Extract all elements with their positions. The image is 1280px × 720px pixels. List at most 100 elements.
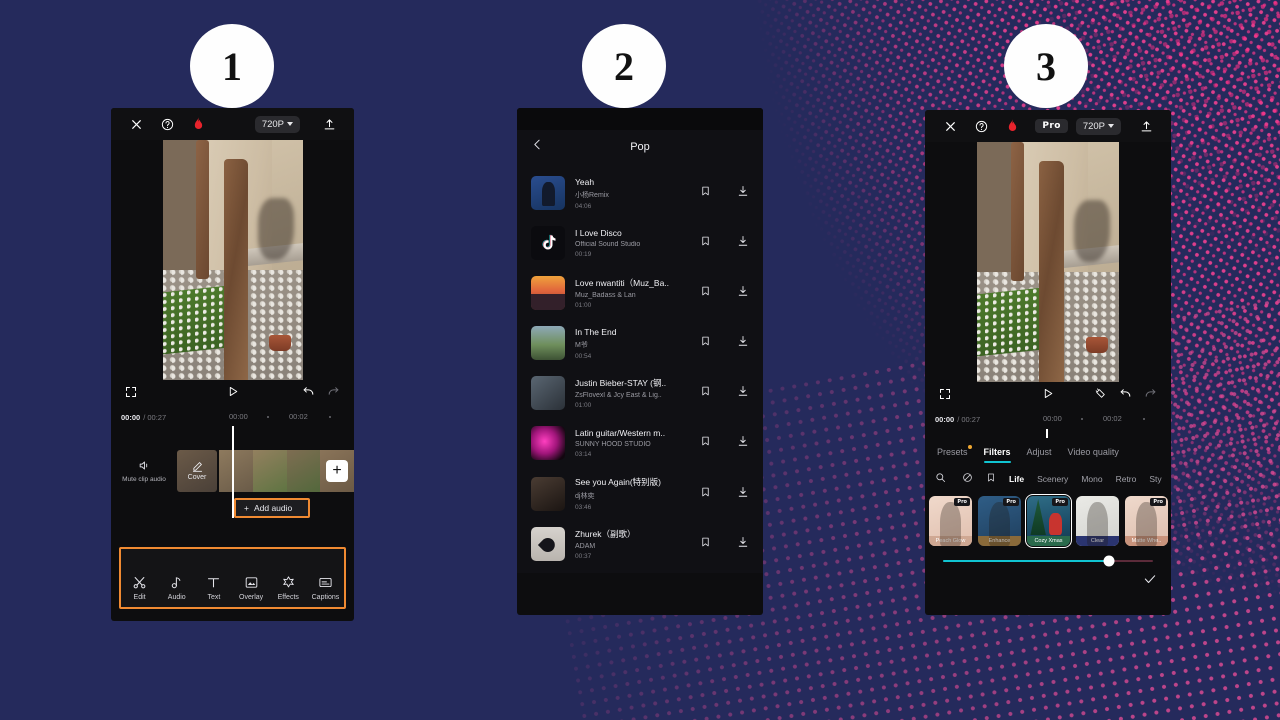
filter-tab-bar[interactable]: Presets Filters Adjust Video quality xyxy=(925,440,1171,466)
tool-text[interactable]: Text xyxy=(195,575,232,601)
filter-thumb-matte-whe[interactable]: Pro Matte Whe.. xyxy=(1125,496,1168,546)
slider-track[interactable] xyxy=(943,555,1153,567)
undo-icon[interactable] xyxy=(302,385,315,403)
step-badge-3: 3 xyxy=(1004,24,1088,108)
no-filter-icon[interactable] xyxy=(962,470,973,488)
filter-thumb-clear[interactable]: Clear xyxy=(1076,496,1119,546)
play-icon[interactable] xyxy=(1042,387,1055,405)
ruler-mark: 00:00 xyxy=(229,412,248,421)
video-clip-track[interactable]: + xyxy=(219,450,354,492)
download-icon[interactable] xyxy=(737,535,749,553)
filter-thumbnail-row[interactable]: Pro Peach Glow Pro Enhance Pro Cozy Xmas Clear… xyxy=(925,492,1171,548)
pro-badge: Pro xyxy=(954,498,970,506)
download-icon[interactable] xyxy=(737,434,749,452)
pro-badge: Pro xyxy=(1003,498,1019,506)
music-track-row[interactable]: Love nwantiti（Muz_Ba.. Muz_Badass & Lan 01… xyxy=(517,268,763,318)
resolution-selector[interactable]: 720P xyxy=(254,115,300,133)
bookmark-icon[interactable] xyxy=(700,384,711,402)
tool-edit[interactable]: Edit xyxy=(121,575,158,601)
download-icon[interactable] xyxy=(737,384,749,402)
cover-button[interactable]: Cover xyxy=(177,450,217,492)
bookmark-icon[interactable] xyxy=(986,470,996,488)
filter-label: Peach Glow xyxy=(929,535,972,546)
tab-filters[interactable]: Filters xyxy=(983,447,1011,463)
track-duration: 01:00 xyxy=(575,302,592,309)
music-track-row[interactable]: Latin guitar/Western m.. SUNNY HOOD STUDI… xyxy=(517,418,763,468)
category-sty[interactable]: Sty xyxy=(1149,474,1161,484)
track-title: Justin Bieber-STAY (钢.. xyxy=(575,378,667,388)
add-clip-button[interactable]: + xyxy=(326,460,348,482)
flame-icon[interactable] xyxy=(187,113,209,135)
tool-overlay[interactable]: Overlay xyxy=(233,575,270,601)
tool-effects[interactable]: Effects xyxy=(270,575,307,601)
slider-knob[interactable] xyxy=(1103,555,1115,567)
bookmark-icon[interactable] xyxy=(700,184,711,202)
filter-thumb-cozy-xmas[interactable]: Pro Cozy Xmas xyxy=(1024,493,1073,548)
mute-clip-audio-button[interactable]: Mute clip audio xyxy=(111,459,177,483)
close-icon[interactable] xyxy=(125,113,147,135)
playhead[interactable] xyxy=(1046,429,1048,438)
video-preview[interactable] xyxy=(977,142,1119,382)
filter-category-bar[interactable]: Life Scenery Mono Retro Sty xyxy=(925,466,1171,492)
download-icon[interactable] xyxy=(737,485,749,503)
bookmark-icon[interactable] xyxy=(700,485,711,503)
resolution-selector[interactable]: 720P xyxy=(1075,117,1121,135)
music-track-row[interactable]: In The End M爷 00:54 xyxy=(517,318,763,368)
pro-badge[interactable]: Pro xyxy=(1035,119,1068,133)
bookmark-icon[interactable] xyxy=(700,334,711,352)
music-track-row[interactable]: I Love Disco Official Sound Studio 00:19 xyxy=(517,218,763,268)
bookmark-icon[interactable] xyxy=(700,234,711,252)
timeline[interactable]: Mute clip audio Cover + + Add audio xyxy=(111,426,354,518)
add-audio-button[interactable]: + Add audio xyxy=(234,498,311,518)
help-circle-icon[interactable] xyxy=(970,115,992,137)
video-preview[interactable] xyxy=(162,140,303,380)
filter-diamond-icon[interactable] xyxy=(1094,387,1107,405)
bookmark-icon[interactable] xyxy=(700,434,711,452)
track-actions xyxy=(700,384,749,402)
play-icon[interactable] xyxy=(226,385,239,403)
tool-captions[interactable]: Captions xyxy=(307,575,344,601)
tool-audio[interactable]: Audio xyxy=(158,575,195,601)
redo-icon[interactable] xyxy=(1144,387,1157,405)
filter-thumb-enhance[interactable]: Pro Enhance xyxy=(978,496,1021,546)
album-art xyxy=(531,226,565,260)
search-icon[interactable] xyxy=(935,470,946,488)
track-meta: I Love Disco Official Sound Studio 00:19 xyxy=(575,228,690,258)
filter-intensity-slider[interactable] xyxy=(925,548,1171,568)
download-icon[interactable] xyxy=(737,334,749,352)
undo-icon[interactable] xyxy=(1119,387,1132,405)
download-icon[interactable] xyxy=(737,284,749,302)
close-icon[interactable] xyxy=(939,115,961,137)
category-mono[interactable]: Mono xyxy=(1081,474,1102,484)
flame-icon[interactable] xyxy=(1001,115,1023,137)
tab-presets[interactable]: Presets xyxy=(937,444,972,460)
clip-frame xyxy=(252,450,287,492)
filter-thumb-peach-glow[interactable]: Pro Peach Glow xyxy=(929,496,972,546)
music-track-row[interactable]: Yeah 小杨Remix 04:06 xyxy=(517,168,763,218)
upload-icon[interactable] xyxy=(318,113,340,135)
download-icon[interactable] xyxy=(737,234,749,252)
cover-label: Cover xyxy=(187,474,207,481)
check-icon[interactable] xyxy=(1143,572,1157,591)
redo-icon[interactable] xyxy=(327,385,340,403)
help-circle-icon[interactable] xyxy=(156,113,178,135)
music-track-row[interactable]: See you Again(特别版) dj林奕 03:46 xyxy=(517,468,763,519)
music-track-row[interactable]: Zhurek（副歌） ADAM 00:37 xyxy=(517,519,763,569)
music-track-list[interactable]: Yeah 小杨Remix 04:06 I Love Disco Official Sou… xyxy=(517,164,763,573)
tab-adjust[interactable]: Adjust xyxy=(1027,447,1052,460)
category-retro[interactable]: Retro xyxy=(1116,474,1137,484)
mini-timeline[interactable] xyxy=(925,428,1171,440)
bookmark-icon[interactable] xyxy=(700,284,711,302)
tab-video-quality[interactable]: Video quality xyxy=(1068,447,1119,460)
mute-label: Mute clip audio xyxy=(122,476,166,483)
download-icon[interactable] xyxy=(737,184,749,202)
fullscreen-icon[interactable] xyxy=(125,385,137,403)
category-life[interactable]: Life xyxy=(1009,474,1024,484)
category-scenery[interactable]: Scenery xyxy=(1037,474,1068,484)
music-track-row[interactable]: Justin Bieber-STAY (钢.. ZsFlovexl & Jcy E… xyxy=(517,368,763,418)
upload-icon[interactable] xyxy=(1135,115,1157,137)
fullscreen-icon[interactable] xyxy=(939,387,951,405)
bookmark-icon[interactable] xyxy=(700,535,711,553)
playhead[interactable] xyxy=(232,426,234,518)
ruler-mark: 00:02 xyxy=(289,412,308,421)
